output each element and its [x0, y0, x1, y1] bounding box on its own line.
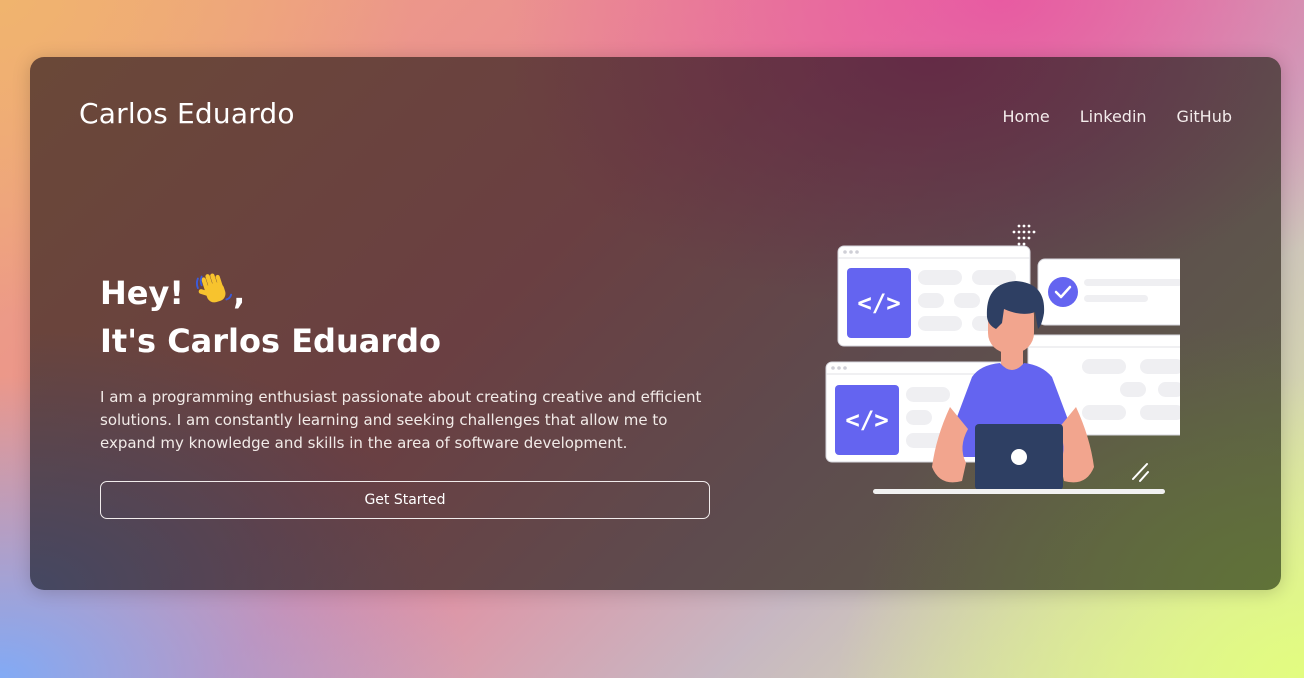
nav-link-github[interactable]: GitHub	[1177, 107, 1232, 126]
greeting-suffix: ,	[233, 274, 246, 312]
hero-name-line: It's Carlos Eduardo	[100, 322, 441, 360]
greeting-text: Hey!	[100, 274, 184, 312]
hero-headline: Hey! , It's Carlos Eduardo	[100, 270, 441, 363]
code-icon: </>	[845, 406, 888, 434]
pen-decoration	[1132, 463, 1149, 482]
check-circle-icon	[1048, 277, 1078, 307]
hero-description: I am a programming enthusiast passionate…	[100, 388, 702, 452]
code-icon: </>	[857, 289, 900, 317]
dots-decoration	[1012, 224, 1036, 246]
get-started-button[interactable]: Get Started	[100, 481, 710, 519]
task-card	[1037, 258, 1180, 326]
hero-card: Carlos Eduardo Home Linkedin GitHub Hey!	[30, 57, 1281, 590]
developer-illustration: </> </>	[825, 224, 1180, 494]
greeting-line: Hey! ,	[100, 270, 441, 319]
top-nav: Home Linkedin GitHub	[1003, 107, 1232, 126]
desk	[873, 489, 1165, 494]
brand-logo[interactable]: Carlos Eduardo	[79, 97, 295, 130]
waving-hand-icon	[195, 270, 233, 319]
nav-link-linkedin[interactable]: Linkedin	[1080, 107, 1147, 126]
nav-link-home[interactable]: Home	[1003, 107, 1050, 126]
